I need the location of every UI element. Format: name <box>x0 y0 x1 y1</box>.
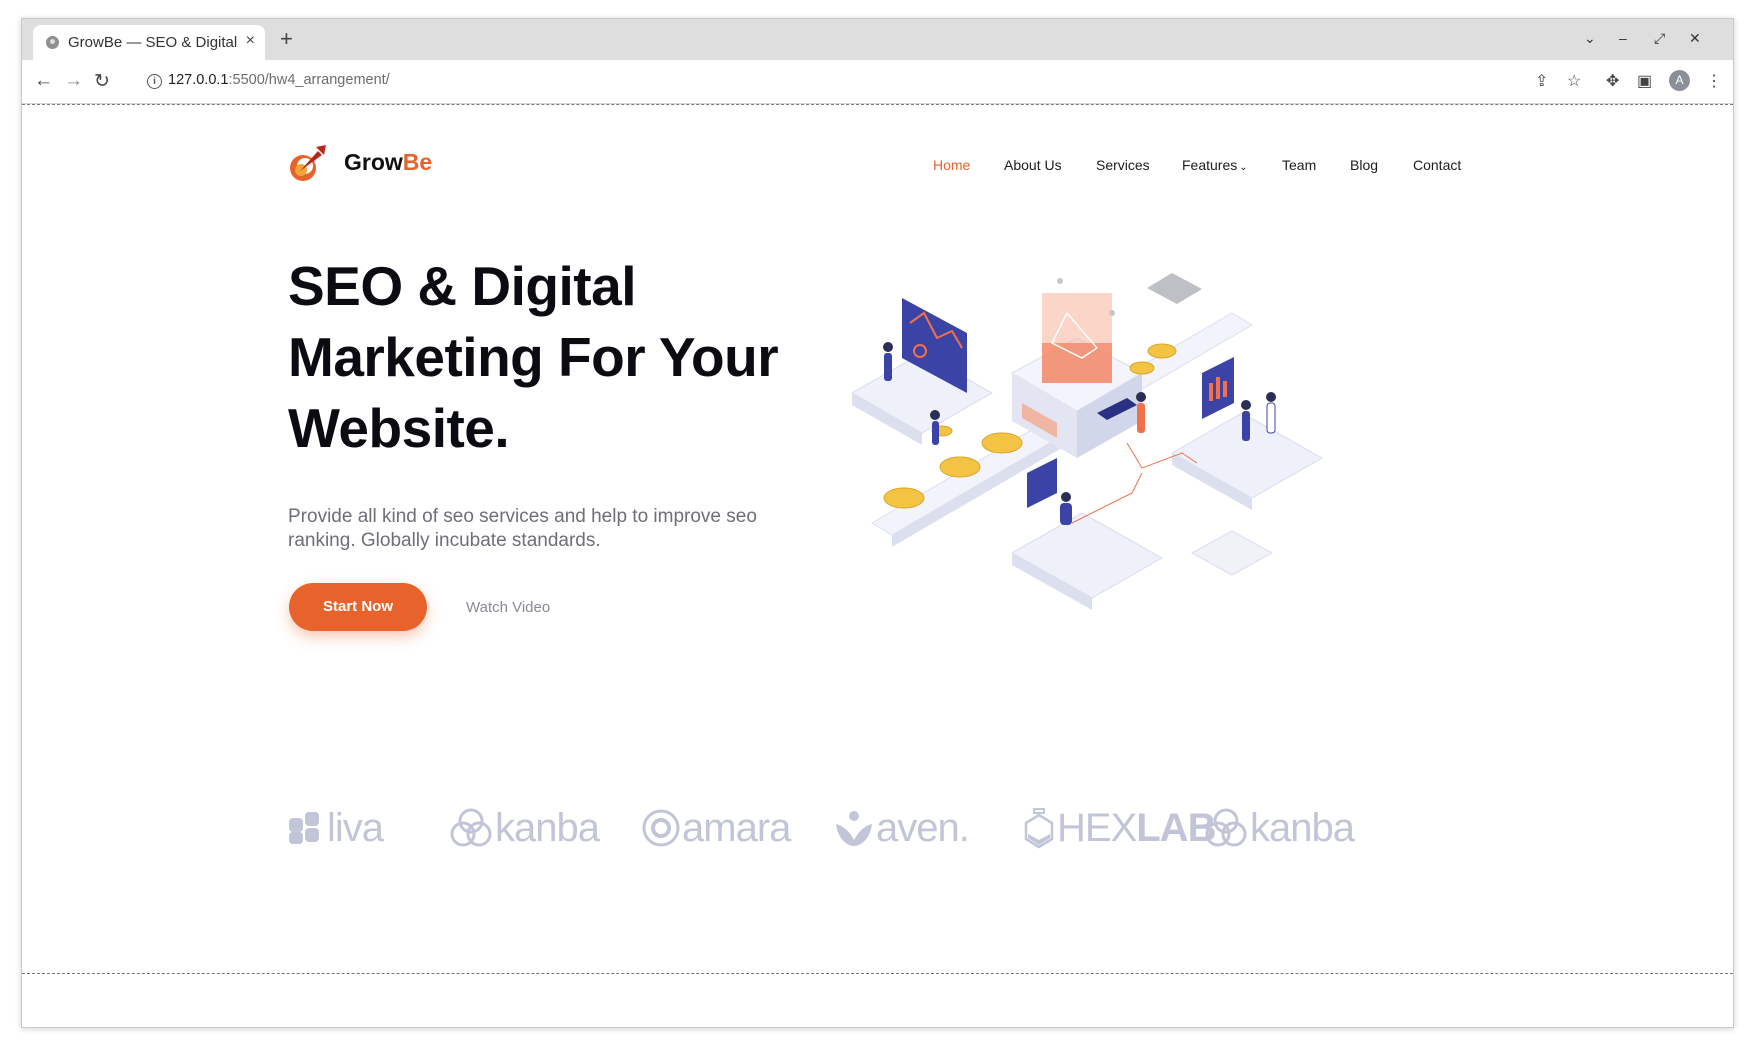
flask-logo-icon <box>1024 808 1054 849</box>
hero-subtitle: Provide all kind of seo services and hel… <box>288 506 757 551</box>
partner-name: aven. <box>876 805 970 850</box>
hero-title-line: Website. <box>288 397 510 459</box>
minimize-icon[interactable]: – <box>1619 30 1627 46</box>
partner-name: amara <box>682 805 791 850</box>
forward-arrow-icon[interactable]: → <box>64 70 83 92</box>
globe-icon <box>46 36 59 49</box>
browser-window: GrowBe — SEO & Digital × + ⌄ – ⤢ ✕ ← → ↻… <box>21 18 1734 1028</box>
url-text: 127.0.0.1:5500/hw4_arrangement/ <box>168 72 390 88</box>
seo-isometric-illustration <box>850 273 1324 610</box>
nav-services[interactable]: Services <box>1096 157 1150 173</box>
profile-avatar[interactable]: A <box>1669 70 1690 91</box>
interlocked-circles-logo-icon <box>1205 808 1247 847</box>
side-panel-icon[interactable]: ▣ <box>1637 71 1652 91</box>
partner-name: kanba <box>495 805 600 850</box>
partner-name: liva <box>327 805 384 850</box>
nav-home[interactable]: Home <box>933 157 970 173</box>
browser-toolbar: ← → ↻ i 127.0.0.1:5500/hw4_arrangement/ … <box>22 60 1733 104</box>
at-sign-logo-icon <box>642 809 680 847</box>
close-window-icon[interactable]: ✕ <box>1689 30 1701 47</box>
url-host: 127.0.0.1 <box>168 72 229 88</box>
nav-about-us[interactable]: About Us <box>1004 157 1062 173</box>
partner-name: kanba <box>1250 805 1355 850</box>
browser-tab[interactable]: GrowBe — SEO & Digital × <box>33 25 265 60</box>
tab-search-icon[interactable]: ⌄ <box>1584 30 1596 47</box>
page-viewport: GrowBe Home About Us Services Features ⌄ … <box>22 104 1733 974</box>
nav-features-label: Features <box>1182 157 1238 173</box>
nav-blog[interactable]: Blog <box>1350 157 1378 173</box>
tab-close-button[interactable]: × <box>246 32 255 50</box>
new-tab-button[interactable]: + <box>280 28 293 50</box>
partner-logo-hexlab[interactable]: HEXLAB <box>1023 803 1216 853</box>
site-info-icon[interactable]: i <box>147 74 162 89</box>
restore-icon[interactable]: ⤢ <box>1654 30 1665 47</box>
bookmark-star-icon[interactable]: ☆ <box>1567 71 1581 91</box>
growbe-logo-icon[interactable] <box>288 143 328 183</box>
share-icon[interactable]: ⇪ <box>1535 71 1548 91</box>
brand-grow: Grow <box>344 149 403 175</box>
url-path: :5500/hw4_arrangement/ <box>228 72 390 88</box>
extensions-puzzle-icon[interactable]: ✥ <box>1606 71 1619 91</box>
nav-team[interactable]: Team <box>1282 157 1316 173</box>
partner-name: HEXLAB <box>1057 805 1216 851</box>
reload-icon[interactable]: ↻ <box>94 70 110 93</box>
partner-logo-kanba[interactable]: kanba <box>1204 803 1355 853</box>
leaf-logo-icon <box>836 811 872 846</box>
flower-logo-icon <box>289 812 319 844</box>
start-now-button[interactable]: Start Now <box>289 583 427 631</box>
hero-title: SEO & Digital Marketing For Your Website… <box>288 251 848 464</box>
nav-contact[interactable]: Contact <box>1413 157 1461 173</box>
tab-title: GrowBe — SEO & Digital <box>68 34 238 51</box>
brand-be: Be <box>402 149 433 175</box>
partner-logo-liva[interactable]: liva <box>287 803 384 853</box>
brand-name[interactable]: GrowBe <box>344 149 432 176</box>
hero-title-line: Marketing For Your <box>288 326 779 388</box>
tab-bar: GrowBe — SEO & Digital × + ⌄ – ⤢ ✕ <box>22 19 1733 60</box>
nav-features[interactable]: Features ⌄ <box>1182 157 1248 173</box>
partner-logo-kanba[interactable]: kanba <box>449 803 600 853</box>
hero-title-line: SEO & Digital <box>288 255 637 317</box>
menu-kebab-icon[interactable]: ⋮ <box>1706 71 1722 91</box>
watch-video-link[interactable]: Watch Video <box>466 599 550 616</box>
address-bar[interactable]: i 127.0.0.1:5500/hw4_arrangement/ <box>133 65 1563 97</box>
partner-logo-aven[interactable]: aven. <box>834 803 970 853</box>
back-arrow-icon[interactable]: ← <box>34 70 53 92</box>
partner-name-part: HEX <box>1057 805 1137 850</box>
chevron-down-icon: ⌄ <box>1239 162 1248 173</box>
partner-logo-amara[interactable]: amara <box>642 803 791 853</box>
interlocked-circles-logo-icon <box>450 808 492 847</box>
